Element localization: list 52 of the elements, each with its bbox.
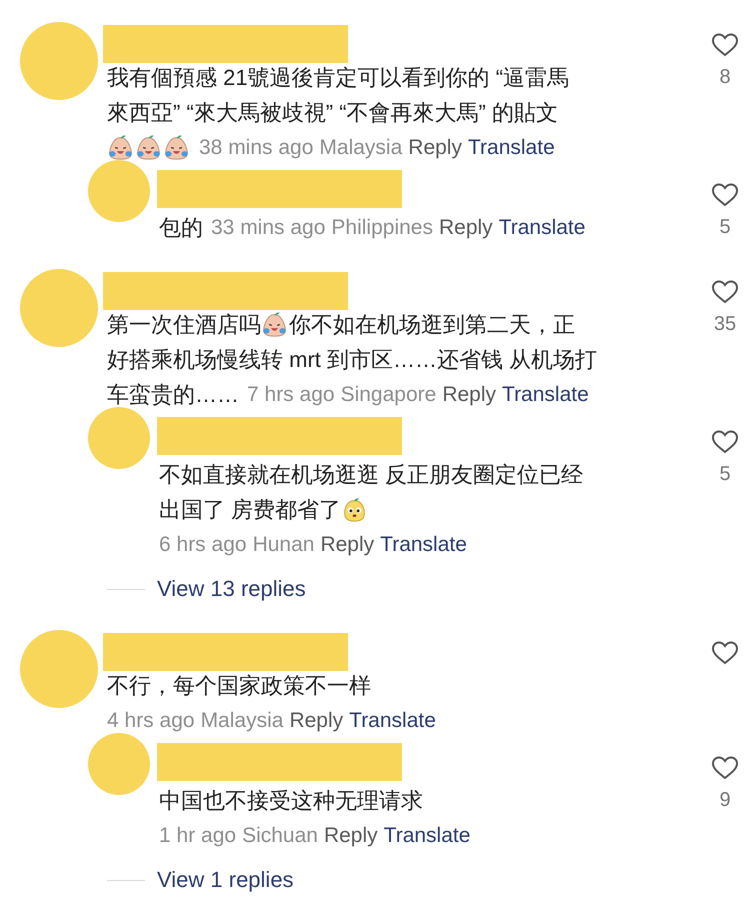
reply-link[interactable]: Reply: [289, 708, 344, 732]
comment-text: 不行，每个国家政策不一样: [107, 672, 371, 700]
location-label: Singapore: [340, 382, 436, 406]
reply-link[interactable]: Reply: [442, 382, 496, 406]
heart-icon[interactable]: [711, 279, 739, 305]
like-count: 35: [714, 313, 736, 336]
crying-face-icon: [107, 134, 134, 161]
translate-link[interactable]: Translate: [502, 382, 589, 406]
reply-link[interactable]: Reply: [408, 136, 462, 160]
like-count: 5: [719, 463, 731, 486]
like-count: 8: [719, 66, 731, 89]
crying-face-icon: [135, 134, 162, 161]
heart-icon[interactable]: [711, 755, 739, 781]
location-label: Malaysia: [319, 136, 402, 160]
crying-face-icon: [261, 311, 288, 338]
reply-link[interactable]: Reply: [324, 824, 378, 848]
reply-link[interactable]: Reply: [320, 532, 374, 556]
comment-text: 出国了 房费都省了: [159, 496, 342, 524]
view-replies-link[interactable]: View 13 replies: [157, 576, 306, 602]
timestamp: 1 hr ago: [159, 824, 236, 848]
translate-link[interactable]: Translate: [498, 216, 586, 240]
comment-text: 第一次住酒店吗: [107, 310, 261, 338]
translate-link[interactable]: Translate: [468, 136, 555, 160]
view-replies-link[interactable]: View 1 replies: [157, 867, 294, 893]
like-count: 9: [719, 789, 731, 812]
translate-link[interactable]: Translate: [349, 708, 436, 732]
comment-text: 你不如在机场逛到第二天，正: [289, 310, 575, 338]
timestamp: 4 hrs ago: [107, 708, 195, 732]
comment-text: 來西亞” “來大馬被歧視” “不會再來大馬” 的貼文: [107, 98, 558, 126]
timestamp: 38 mins ago: [199, 136, 314, 160]
location-label: Philippines: [331, 216, 433, 240]
location-label: Malaysia: [200, 708, 284, 732]
translate-link[interactable]: Translate: [384, 824, 470, 848]
location-label: Sichuan: [242, 824, 318, 848]
like-count: 5: [719, 216, 731, 239]
heart-icon[interactable]: [711, 429, 739, 455]
comment-text: 好搭乘机场慢线转 mrt 到市区……还省钱 从机场打: [107, 346, 598, 374]
heart-icon[interactable]: [711, 182, 739, 208]
comment-text: 包的: [159, 214, 203, 242]
timestamp: 6 hrs ago: [159, 532, 247, 556]
comment-text: 我有個預感 21號過後肯定可以看到你的 “逼雷馬: [107, 64, 570, 92]
translate-link[interactable]: Translate: [380, 532, 467, 556]
timestamp: 33 mins ago: [211, 216, 326, 240]
crying-face-icon: [163, 134, 190, 161]
comment-text: 车蛮贵的……: [107, 380, 239, 408]
comment-text: 中国也不接受这种无理请求: [159, 786, 423, 814]
comment-text: 不如直接就在机场逛逛 反正朋友圈定位已经: [159, 460, 584, 488]
heart-icon[interactable]: [711, 32, 739, 58]
location-label: Hunan: [252, 532, 314, 556]
reply-link[interactable]: Reply: [438, 216, 493, 240]
timestamp: 7 hrs ago: [247, 382, 335, 406]
heart-icon[interactable]: [711, 640, 739, 666]
